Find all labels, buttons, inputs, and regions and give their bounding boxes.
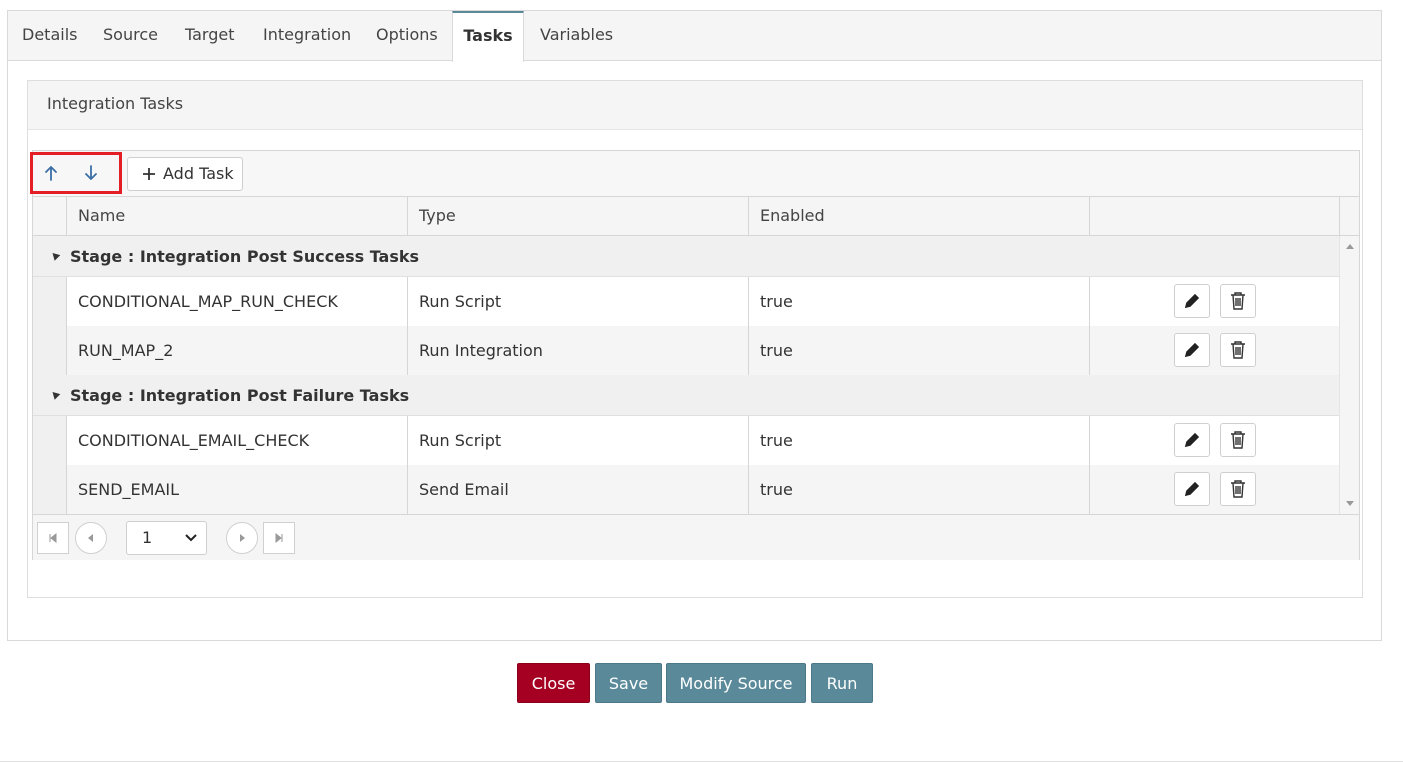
group-row-post-success[interactable]: Stage : Integration Post Success Tasks: [33, 236, 1339, 277]
modify-source-button[interactable]: Modify Source: [666, 663, 806, 703]
cell-name: RUN_MAP_2: [66, 326, 407, 375]
grid-pager: 1: [33, 514, 1359, 560]
bottom-divider: [0, 761, 1403, 762]
chevron-down-icon: [185, 534, 197, 542]
action-bar: Close Save Modify Source Run: [0, 663, 1403, 703]
header-actions: [1089, 197, 1339, 236]
cell-name: CONDITIONAL_EMAIL_CHECK: [66, 416, 407, 465]
first-page-button[interactable]: [37, 522, 69, 554]
group-row-post-failure[interactable]: Stage : Integration Post Failure Tasks: [33, 375, 1339, 416]
cell-enabled: true: [748, 465, 1089, 514]
first-page-icon: [49, 533, 57, 543]
tab-target[interactable]: Target: [185, 11, 235, 61]
cell-enabled: true: [748, 416, 1089, 465]
delete-button[interactable]: [1220, 423, 1256, 457]
tab-details[interactable]: Details: [22, 11, 77, 61]
cell-actions: [1089, 416, 1339, 465]
trash-icon: [1231, 480, 1245, 498]
header-group-spacer: [33, 197, 66, 236]
cell-type: Send Email: [407, 465, 748, 514]
scroll-up-icon[interactable]: [1346, 244, 1354, 249]
tab-bar: Details Source Target Integration Option…: [8, 11, 1381, 62]
last-page-button[interactable]: [263, 522, 295, 554]
edit-button[interactable]: [1174, 472, 1210, 506]
edit-button[interactable]: [1174, 333, 1210, 367]
tab-source[interactable]: Source: [103, 11, 158, 61]
panel-header: Integration Tasks: [28, 81, 1362, 130]
add-task-button[interactable]: Add Task: [127, 157, 243, 191]
tab-variables[interactable]: Variables: [540, 11, 613, 61]
plus-icon: [143, 168, 155, 180]
edit-button[interactable]: [1174, 284, 1210, 318]
trash-icon: [1231, 292, 1245, 310]
task-editor-container: Details Source Target Integration Option…: [7, 10, 1382, 641]
cell-type: Run Script: [407, 277, 748, 326]
cell-actions: [1089, 277, 1339, 326]
pencil-icon: [1184, 432, 1200, 448]
cell-type: Run Integration: [407, 326, 748, 375]
group-label: Stage : Integration Post Success Tasks: [70, 247, 420, 266]
arrow-down-icon: [85, 165, 97, 180]
header-name[interactable]: Name: [66, 197, 407, 236]
header-type[interactable]: Type: [407, 197, 748, 236]
collapse-triangle-icon[interactable]: [49, 389, 61, 400]
tab-options[interactable]: Options: [376, 11, 438, 61]
cell-enabled: true: [748, 277, 1089, 326]
grid-toolbar: Add Task: [30, 151, 1359, 197]
next-page-icon: [240, 534, 245, 542]
delete-button[interactable]: [1220, 472, 1256, 506]
move-down-button[interactable]: [76, 158, 106, 188]
grid-header: Name Type Enabled: [33, 197, 1359, 236]
last-page-icon: [275, 533, 283, 543]
trash-icon: [1231, 431, 1245, 449]
pencil-icon: [1184, 293, 1200, 309]
table-row[interactable]: SEND_EMAIL Send Email true: [33, 465, 1339, 514]
table-row[interactable]: CONDITIONAL_EMAIL_CHECK Run Script true: [33, 416, 1339, 465]
arrow-up-icon: [45, 166, 57, 181]
table-row[interactable]: RUN_MAP_2 Run Integration true: [33, 326, 1339, 375]
cell-name: CONDITIONAL_MAP_RUN_CHECK: [66, 277, 407, 326]
add-task-label: Add Task: [163, 164, 234, 183]
grid-body: Stage : Integration Post Success Tasks C…: [33, 236, 1339, 514]
cell-enabled: true: [748, 326, 1089, 375]
save-button[interactable]: Save: [595, 663, 662, 703]
tab-tasks[interactable]: Tasks: [452, 11, 524, 62]
delete-button[interactable]: [1220, 333, 1256, 367]
panel-title: Integration Tasks: [47, 94, 184, 113]
integration-tasks-panel: Integration Tasks Add Task Name Type Ena…: [27, 80, 1363, 598]
header-enabled[interactable]: Enabled: [748, 197, 1089, 236]
move-up-button[interactable]: [36, 158, 66, 188]
close-button[interactable]: Close: [517, 663, 590, 703]
vertical-scrollbar[interactable]: [1339, 236, 1359, 514]
header-scroll-spacer: [1339, 197, 1361, 236]
group-label: Stage : Integration Post Failure Tasks: [70, 386, 410, 405]
cell-actions: [1089, 465, 1339, 514]
run-button[interactable]: Run: [811, 663, 873, 703]
collapse-triangle-icon[interactable]: [49, 250, 61, 261]
next-page-button[interactable]: [226, 522, 258, 554]
trash-icon: [1231, 341, 1245, 359]
page-number: 1: [142, 528, 153, 547]
tasks-grid: Add Task Name Type Enabled Stage : Integ…: [30, 150, 1360, 560]
scroll-down-icon[interactable]: [1346, 501, 1354, 506]
cell-name: SEND_EMAIL: [66, 465, 407, 514]
cell-actions: [1089, 326, 1339, 375]
move-buttons-highlight: [30, 152, 122, 194]
table-row[interactable]: CONDITIONAL_MAP_RUN_CHECK Run Script tru…: [33, 277, 1339, 326]
pencil-icon: [1184, 481, 1200, 497]
prev-page-button[interactable]: [75, 522, 107, 554]
cell-type: Run Script: [407, 416, 748, 465]
prev-page-icon: [88, 534, 93, 542]
tab-integration[interactable]: Integration: [263, 11, 351, 61]
page-select[interactable]: 1: [126, 521, 207, 555]
delete-button[interactable]: [1220, 284, 1256, 318]
edit-button[interactable]: [1174, 423, 1210, 457]
pencil-icon: [1184, 342, 1200, 358]
